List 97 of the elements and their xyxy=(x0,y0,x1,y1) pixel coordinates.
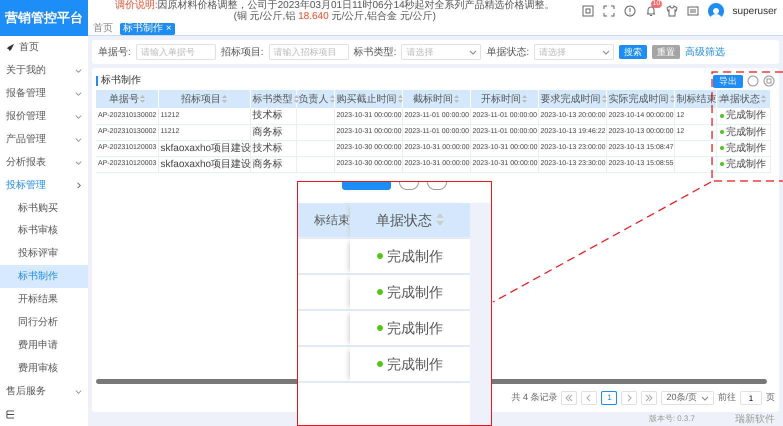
advanced-filter-link[interactable]: 高级筛选 xyxy=(685,44,726,60)
column-header[interactable]: 负责人 xyxy=(296,90,334,108)
table-cell: 商务标 xyxy=(250,156,296,172)
column-header[interactable]: 截标时间 xyxy=(402,90,470,108)
sidebar-subitem[interactable]: 费用审核 xyxy=(0,357,88,380)
first-page-button[interactable] xyxy=(561,391,578,405)
avatar[interactable] xyxy=(708,3,724,19)
column-header[interactable]: 单据号 xyxy=(96,90,158,108)
round-button-fragment xyxy=(427,182,447,190)
status-text: 完成制作 xyxy=(387,246,443,266)
sidebar-item[interactable]: 投标管理 xyxy=(0,174,88,197)
sidebar-item[interactable]: 报备管理 xyxy=(0,82,88,105)
filter-label: 单据状态: xyxy=(486,46,530,60)
columns-icon[interactable] xyxy=(763,75,775,87)
column-header[interactable]: 要求完成时间 xyxy=(538,90,606,108)
select-field[interactable]: 请选择 xyxy=(534,44,614,60)
shirt-icon[interactable] xyxy=(666,5,678,17)
column-header[interactable]: 购买截止时间 xyxy=(334,90,402,108)
button-fragment xyxy=(342,182,391,190)
info-icon[interactable] xyxy=(624,5,636,17)
filter-label: 标书类型: xyxy=(354,46,396,60)
table-cell: skfaoxaxho项目建设 xyxy=(158,140,250,156)
sidebar-item[interactable]: 首页 xyxy=(0,36,88,59)
sidebar-subitem[interactable]: 开标结果 xyxy=(0,288,88,312)
sidebar-item[interactable]: 报价管理 xyxy=(0,104,88,128)
panel-title: 标书制作 xyxy=(96,76,141,86)
table-cell: 技术标 xyxy=(250,108,296,124)
goto-label: 前往 xyxy=(718,391,736,404)
column-header[interactable]: 单据状态 xyxy=(716,90,770,108)
status-text: 完成制作 xyxy=(387,354,443,374)
column-header: 标结束 xyxy=(298,203,350,239)
previous-page-button[interactable] xyxy=(581,391,598,405)
sidebar-subitem[interactable]: 投标评审 xyxy=(0,242,88,266)
sidebar-subitem[interactable]: 费用申请 xyxy=(0,334,88,358)
status-text: 完成制作 xyxy=(720,126,766,138)
status-dot xyxy=(377,361,383,367)
sort-icon xyxy=(436,213,444,227)
app-logo: 营销管控平台 xyxy=(0,0,88,36)
rocket-icon xyxy=(6,42,15,52)
column-header[interactable]: 招标项目 xyxy=(158,90,250,108)
chevron-down-icon xyxy=(469,48,478,56)
status-dot xyxy=(377,325,383,331)
chevron-down-icon xyxy=(602,48,610,56)
sidebar-item[interactable]: 产品管理 xyxy=(0,128,88,151)
sidebar-item[interactable]: 关于我的 xyxy=(0,58,88,82)
chevron-icon xyxy=(625,394,634,402)
export-button[interactable]: 导出 xyxy=(713,74,743,88)
sidebar-subitem[interactable]: 标书审核 xyxy=(0,220,88,242)
sidebar-subitem[interactable]: 同行分析 xyxy=(0,311,88,334)
chevron-down-icon xyxy=(701,394,709,402)
collapse-menu-icon[interactable] xyxy=(6,410,15,419)
grid-icon[interactable] xyxy=(582,5,594,17)
company-name: 瑞新软件 xyxy=(735,412,775,426)
filter-label: 单据号: xyxy=(98,46,131,60)
table-cell: 商务标 xyxy=(250,124,296,140)
input-field[interactable]: 请输入招标项目 xyxy=(268,44,349,60)
notification-bell-icon[interactable] xyxy=(644,5,657,17)
status-text: 完成制作 xyxy=(387,282,443,302)
sidebar-item[interactable]: 分析报表 xyxy=(0,150,88,174)
next-page-button[interactable] xyxy=(621,391,638,405)
column-header[interactable]: 开标时间 xyxy=(470,90,538,108)
version-text: 版本号: 0.3.7 xyxy=(648,413,695,425)
column-header: 单据状态 xyxy=(350,203,470,239)
refresh-icon[interactable] xyxy=(747,75,759,87)
column-header[interactable]: 标书类型 xyxy=(250,90,296,108)
search-button[interactable]: 搜索 xyxy=(619,45,648,59)
sidebar-item[interactable]: 售后服务 xyxy=(0,380,88,403)
table-cell: 技术标 xyxy=(250,140,296,156)
tab[interactable]: 首页 xyxy=(90,22,116,34)
status-dot xyxy=(377,253,383,259)
switch-icon[interactable] xyxy=(686,5,699,17)
last-page-button[interactable] xyxy=(641,391,658,405)
fullscreen-icon[interactable] xyxy=(602,5,615,17)
tab[interactable]: 标书制作 × xyxy=(120,22,175,34)
column-header[interactable]: 实际完成时间 xyxy=(606,90,674,108)
page-size-select[interactable]: 20条/页 xyxy=(661,391,714,405)
select-field[interactable]: 请选择 xyxy=(401,44,482,60)
status-text: 完成制作 xyxy=(720,110,766,122)
username[interactable]: superuser xyxy=(732,4,777,18)
total-count: 共 4 条记录 xyxy=(511,391,558,404)
status-dot xyxy=(377,289,383,295)
filter-label: 招标项目: xyxy=(220,46,264,60)
page-unit: 页 xyxy=(766,391,775,404)
status-text: 完成制作 xyxy=(720,142,766,154)
status-text: 完成制作 xyxy=(720,158,766,170)
page-button[interactable]: 1 xyxy=(601,391,618,405)
round-button-fragment xyxy=(399,182,419,190)
page-input[interactable]: 1 xyxy=(740,391,762,405)
chevron-icon xyxy=(585,394,594,402)
sidebar-subitem[interactable]: 标书购买 xyxy=(0,196,88,220)
double-chevron-icon xyxy=(645,394,654,402)
input-field[interactable]: 请输入单据号 xyxy=(136,44,216,60)
notice-prices: (铜 元/公斤,铝 18.640 元/公斤,铝合金 元/公斤) xyxy=(232,11,437,22)
status-text: 完成制作 xyxy=(387,318,443,338)
notice-label: 调价说明: xyxy=(114,0,158,11)
table-cell: skfaoxaxho项目建设 xyxy=(158,156,250,172)
double-chevron-icon xyxy=(565,394,574,402)
